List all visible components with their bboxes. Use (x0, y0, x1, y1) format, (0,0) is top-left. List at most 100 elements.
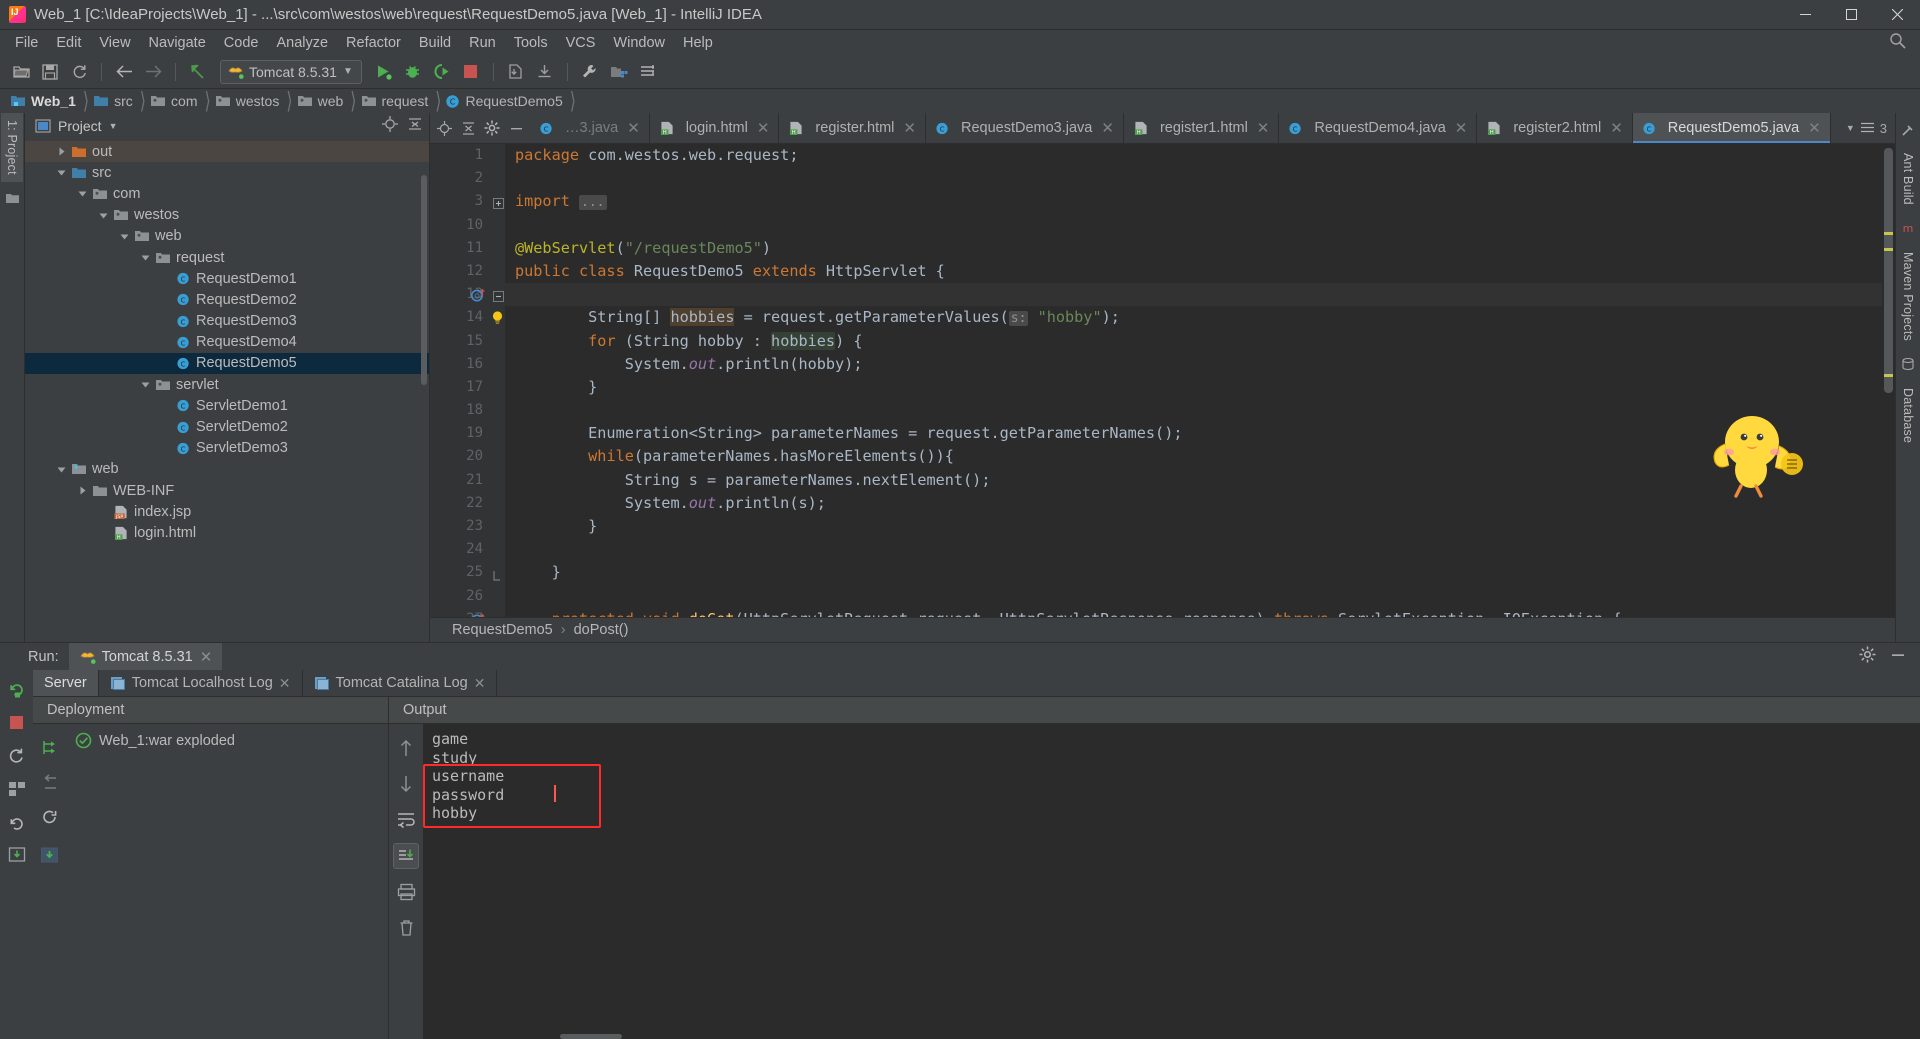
tree-node-login-html[interactable]: Hlogin.html (25, 522, 429, 543)
console-output[interactable]: game study username password hobby (423, 724, 1920, 1039)
close-icon[interactable]: ✕ (1101, 119, 1114, 137)
gutter-line-number[interactable]: 21 (430, 469, 492, 492)
gutter-line-number[interactable]: 24 (430, 538, 492, 561)
editor-tab-requestdemo3-java[interactable]: C RequestDemo3.java ✕ (926, 113, 1124, 143)
intention-bulb-icon[interactable] (490, 310, 505, 326)
warning-marker[interactable] (1884, 248, 1893, 251)
code-line[interactable]: String[] hobbies = request.getParameterV… (515, 306, 1895, 329)
hide-panel-icon[interactable] (1890, 647, 1906, 667)
menu-code[interactable]: Code (215, 32, 268, 54)
tree-node-servletdemo3[interactable]: C ServletDemo3 (25, 438, 429, 459)
sync-refresh-icon[interactable] (66, 59, 92, 85)
gutter-line-number[interactable]: 15 (430, 330, 492, 353)
code-line[interactable]: } (515, 376, 1895, 399)
code-line[interactable]: import ... (515, 190, 1895, 213)
soft-wrap-icon[interactable] (393, 807, 419, 833)
tree-node-westos[interactable]: westos (25, 205, 429, 226)
menu-window[interactable]: Window (604, 32, 674, 54)
close-icon[interactable]: ✕ (474, 675, 486, 692)
collapse-all-icon[interactable] (407, 116, 423, 136)
code-line[interactable]: @WebServlet("/requestDemo5") (515, 237, 1895, 260)
menu-refactor[interactable]: Refactor (337, 32, 410, 54)
redeploy-icon[interactable] (39, 808, 61, 830)
tree-node-requestdemo5[interactable]: C RequestDemo5 (25, 352, 429, 375)
editor-tab-requestdemo5-java[interactable]: C RequestDemo5.java ✕ (1632, 113, 1831, 143)
trash-icon[interactable] (393, 915, 419, 941)
run-icon[interactable] (371, 59, 397, 85)
code-line[interactable] (515, 214, 1895, 237)
build-icon[interactable] (1899, 120, 1918, 139)
tree-node-servletdemo2[interactable]: C ServletDemo2 (25, 416, 429, 437)
fold-plus-icon[interactable] (493, 197, 504, 210)
sidebar-item-project[interactable]: 1: Project (1, 113, 23, 182)
breadcrumb-class[interactable]: RequestDemo5 (452, 622, 553, 638)
tab-tomcat-localhost-log[interactable]: Tomcat Localhost Log ✕ (99, 670, 303, 696)
chevron-down-icon[interactable]: ▼ (1846, 123, 1855, 133)
tree-node-out[interactable]: out (25, 141, 429, 163)
chevron-down-icon[interactable]: ▼ (109, 121, 118, 131)
breadcrumb-item-requestdemo5[interactable]: C RequestDemo5 (443, 89, 565, 113)
tree-node-servlet[interactable]: servlet (25, 374, 429, 395)
stop-icon[interactable] (458, 59, 484, 85)
tree-node-requestdemo4[interactable]: C RequestDemo4 (25, 332, 429, 353)
tree-node-web[interactable]: web (25, 226, 429, 247)
hide-panel-icon[interactable] (504, 116, 528, 140)
close-icon[interactable]: ✕ (279, 675, 291, 692)
deploy-artifact-icon[interactable] (39, 736, 61, 758)
collapse-all-icon[interactable] (456, 116, 480, 140)
scroll-down-icon[interactable] (393, 771, 419, 797)
override-method-icon[interactable]: O (470, 287, 486, 303)
back-arrow-icon[interactable] (111, 59, 137, 85)
menu-tools[interactable]: Tools (505, 32, 557, 54)
breadcrumb-item-src[interactable]: src (91, 89, 136, 113)
minimize-button[interactable] (1782, 0, 1828, 30)
fold-minus-icon[interactable] (493, 290, 504, 303)
warning-marker[interactable] (1884, 374, 1893, 377)
code-line[interactable]: for (String hobby : hobbies) { (515, 330, 1895, 353)
tree-node-web-inf[interactable]: WEB-INF (25, 480, 429, 501)
gutter-line-number[interactable]: 16 (430, 353, 492, 376)
deploy-update-icon[interactable] (4, 842, 29, 867)
gutter-line-number[interactable]: 17 (430, 376, 492, 399)
update-application-icon[interactable] (503, 59, 529, 85)
sidebar-item-ant-build[interactable]: Ant Build (1897, 146, 1919, 212)
code-line[interactable]: Enumeration<String> parameterNames = req… (515, 422, 1895, 445)
code-line[interactable] (515, 399, 1895, 422)
close-icon[interactable]: ✕ (627, 119, 640, 137)
editor-gutter[interactable]: 12310111213O1415161718192021222324252627… (430, 144, 492, 617)
run-tab-tomcat[interactable]: Tomcat 8.5.31 ✕ (68, 643, 223, 670)
breadcrumb-item-web[interactable]: web (295, 89, 347, 113)
override-method-icon[interactable]: O (470, 612, 486, 617)
tab-tomcat-catalina-log[interactable]: Tomcat Catalina Log ✕ (303, 670, 498, 696)
close-icon[interactable]: ✕ (1455, 119, 1468, 137)
run-configuration-selector[interactable]: Tomcat 8.5.31 ▼ (220, 59, 362, 84)
menu-analyze[interactable]: Analyze (267, 32, 337, 54)
code-line[interactable]: while(parameterNames.hasMoreElements()){ (515, 445, 1895, 468)
gutter-line-number[interactable]: 19 (430, 422, 492, 445)
menu-help[interactable]: Help (674, 32, 722, 54)
undeploy-icon[interactable] (39, 772, 61, 794)
stop-icon[interactable] (4, 710, 29, 735)
warning-marker[interactable] (1884, 232, 1893, 235)
restart-icon[interactable] (4, 743, 29, 768)
gutter-line-number[interactable]: 2 (430, 167, 492, 190)
breadcrumb-item-westos[interactable]: westos (213, 89, 283, 113)
editor-tab-register1-html[interactable]: Hregister1.html ✕ (1124, 113, 1280, 143)
locate-icon[interactable] (382, 116, 398, 136)
structure-icon[interactable] (3, 189, 22, 208)
gutter-line-number[interactable]: 12 (430, 260, 492, 283)
open-folder-icon[interactable] (8, 59, 34, 85)
print-icon[interactable] (393, 879, 419, 905)
deployment-list[interactable]: Web_1:war exploded (67, 724, 388, 1039)
breadcrumb-item-com[interactable]: com (148, 89, 200, 113)
menu-navigate[interactable]: Navigate (140, 32, 215, 54)
code-line[interactable]: System.out.println(s); (515, 492, 1895, 515)
editor-code-text[interactable]: package com.westos.web.request; import .… (505, 144, 1895, 617)
menu-run[interactable]: Run (460, 32, 505, 54)
code-line[interactable]: } (515, 515, 1895, 538)
editor-tab-requestdemo4-java[interactable]: C RequestDemo4.java ✕ (1279, 113, 1478, 143)
editor-tab-login-html[interactable]: Hlogin.html ✕ (650, 113, 780, 143)
scroll-to-end-icon[interactable] (393, 843, 419, 869)
tab-server[interactable]: Server (33, 670, 99, 696)
save-all-icon[interactable] (37, 59, 63, 85)
